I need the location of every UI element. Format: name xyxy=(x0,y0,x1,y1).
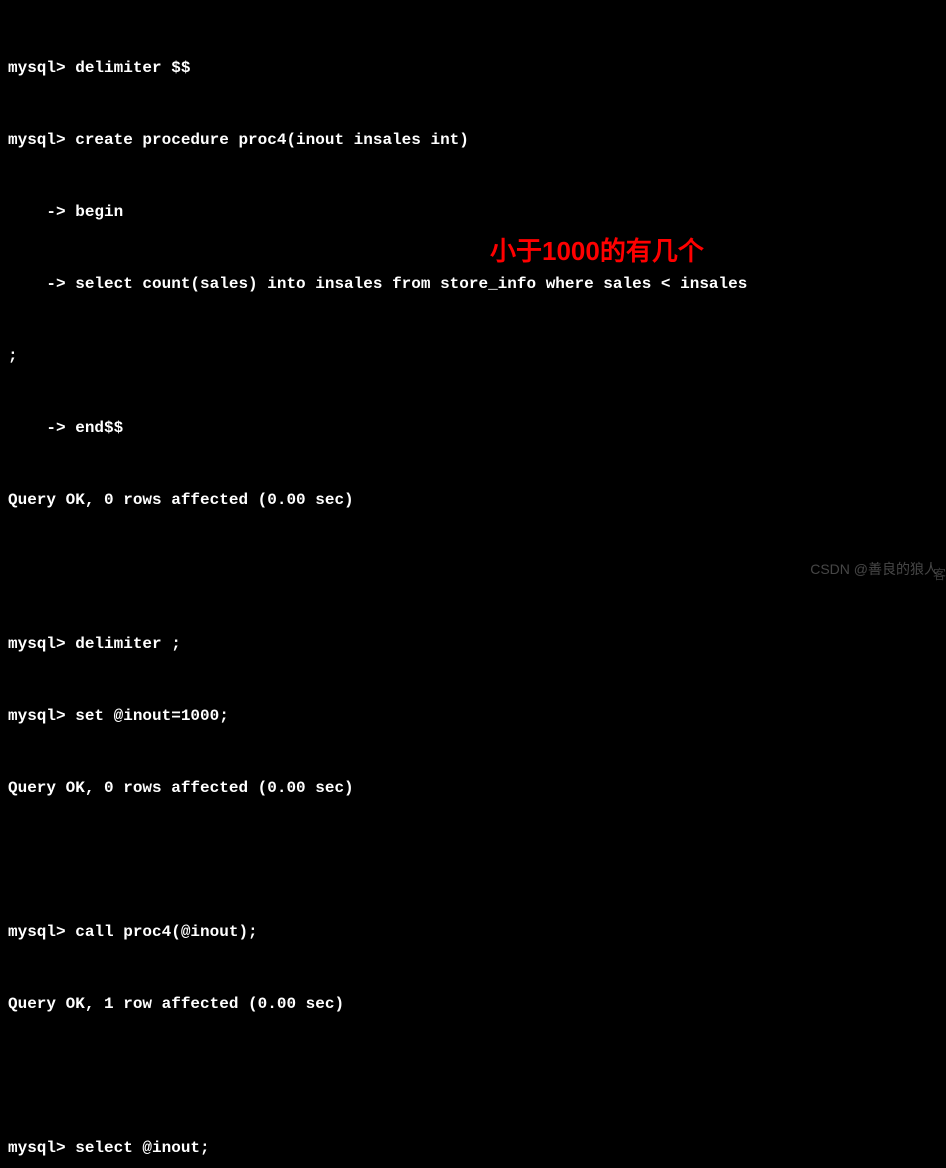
terminal-line: -> begin xyxy=(8,200,938,224)
annotation-text: 小于1000的有几个 xyxy=(490,232,704,271)
terminal-line xyxy=(8,848,938,872)
terminal-line: Query OK, 0 rows affected (0.00 sec) xyxy=(8,488,938,512)
terminal-line: mysql> delimiter $$ xyxy=(8,56,938,80)
terminal-line: ; xyxy=(8,344,938,368)
terminal-line: mysql> select @inout; xyxy=(8,1136,938,1160)
terminal-line: mysql> call proc4(@inout); xyxy=(8,920,938,944)
terminal-line xyxy=(8,1064,938,1088)
terminal-line: Query OK, 1 row affected (0.00 sec) xyxy=(8,992,938,1016)
terminal-output: mysql> delimiter $$ mysql> create proced… xyxy=(8,8,938,1168)
terminal-line: -> select count(sales) into insales from… xyxy=(8,272,938,296)
watermark-corner: 客 xyxy=(933,565,946,585)
terminal-line: Query OK, 0 rows affected (0.00 sec) xyxy=(8,776,938,800)
terminal-line xyxy=(8,560,938,584)
terminal-line: mysql> create procedure proc4(inout insa… xyxy=(8,128,938,152)
watermark-text: CSDN @善良的狼人 xyxy=(810,559,938,580)
terminal-line: mysql> set @inout=1000; xyxy=(8,704,938,728)
terminal-line: -> end$$ xyxy=(8,416,938,440)
terminal-line: mysql> delimiter ; xyxy=(8,632,938,656)
